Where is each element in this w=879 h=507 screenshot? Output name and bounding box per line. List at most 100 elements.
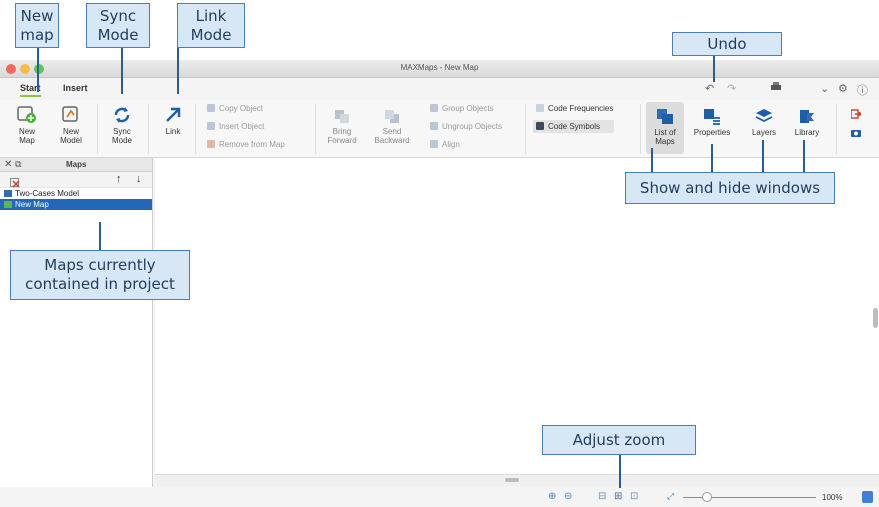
callout-leader-line	[99, 222, 101, 250]
callout-undo: Undo	[672, 32, 782, 56]
layers-label: Layers	[751, 128, 776, 137]
properties-label: Properties	[693, 128, 731, 137]
code-symbols-icon	[536, 122, 544, 130]
help-icon[interactable]: ⓘ	[857, 82, 868, 98]
callout-leader-line	[711, 144, 713, 172]
list-of-maps-icon	[657, 109, 673, 124]
undo-icon[interactable]: ↶	[705, 82, 714, 95]
status-bar: ⊕ ⊖ ⊟ ⊞ ⊡ ⤢ 100%	[0, 487, 879, 507]
zoom-level: 100%	[822, 493, 843, 502]
properties-button[interactable]: Properties	[689, 108, 735, 137]
map-canvas[interactable]	[155, 158, 879, 480]
maps-panel-header: ✕ ⧉ Maps	[0, 158, 152, 172]
redo-icon[interactable]: ↷	[727, 82, 736, 95]
callout-sync-mode-text: Sync Mode	[97, 6, 139, 44]
callout-sync-mode: Sync Mode	[86, 3, 150, 48]
callout-leader-line	[121, 48, 123, 94]
horizontal-scroll-area[interactable]	[155, 474, 879, 486]
camera-icon[interactable]	[851, 124, 861, 142]
bring-forward-icon	[335, 110, 349, 123]
callout-undo-text: Undo	[707, 34, 747, 53]
group-objects-button[interactable]: Group Objects	[430, 104, 494, 113]
ribbon-separator	[836, 104, 837, 154]
link-label: Link	[165, 127, 181, 136]
new-map-icon	[17, 106, 36, 123]
map-icon	[4, 190, 12, 197]
send-backward-label-1: Send	[382, 127, 402, 136]
maps-panel: ✕ ⧉ Maps ↑ ↓ Two-Cases Model New Map	[0, 158, 153, 487]
map-icon	[4, 201, 12, 208]
copy-object-button[interactable]: Copy Object	[207, 104, 263, 113]
list-item[interactable]: Two-Cases Model	[0, 188, 152, 199]
ribbon-separator	[148, 104, 149, 154]
insert-object-button[interactable]: Insert Object	[207, 122, 264, 131]
chevron-down-icon[interactable]: ⌄	[820, 82, 829, 95]
fit-page-icon[interactable]: ⊞	[614, 491, 622, 502]
bring-forward-label-2: Forward	[327, 136, 357, 145]
new-model-button[interactable]: New Model	[56, 106, 86, 145]
callout-link-mode: Link Mode	[177, 3, 245, 48]
bring-forward-button[interactable]: Bring Forward	[323, 108, 361, 145]
maps-panel-title: Maps	[66, 160, 87, 169]
printer-icon[interactable]	[770, 82, 782, 95]
code-symbols-button[interactable]: Code Symbols	[533, 120, 615, 133]
ribbon-tabs: Start Insert ↶ ↷ ⌄ ⚙ ⓘ	[0, 78, 879, 100]
detach-icon[interactable]: ⧉	[15, 159, 21, 170]
properties-icon	[704, 109, 720, 125]
fit-width-icon[interactable]: ⊟	[598, 491, 606, 502]
link-button[interactable]: Link	[160, 106, 186, 136]
close-icon[interactable]: ✕	[4, 159, 12, 170]
map-item-label: New Map	[15, 200, 49, 209]
sync-mode-button[interactable]: Sync Mode	[108, 106, 136, 145]
ribbon-separator	[195, 104, 196, 154]
ribbon-separator	[315, 104, 316, 154]
sort-down-icon[interactable]: ↓	[136, 173, 142, 185]
ungroup-icon	[430, 122, 438, 130]
group-objects-label: Group Objects	[442, 104, 494, 113]
new-map-label-1: New	[18, 127, 35, 136]
align-button[interactable]: Align	[430, 140, 460, 149]
callout-leader-line	[37, 48, 39, 92]
ribbon-separator	[97, 104, 98, 154]
fit-selection-icon[interactable]: ⊡	[630, 491, 638, 502]
callout-adjust-zoom: Adjust zoom	[542, 425, 696, 455]
new-model-icon	[62, 106, 78, 122]
export-icon[interactable]	[850, 106, 862, 124]
code-frequencies-button[interactable]: Code Frequencies	[536, 104, 613, 113]
ungroup-objects-button[interactable]: Ungroup Objects	[430, 122, 502, 131]
list-item[interactable]: New Map	[0, 199, 152, 210]
library-icon	[800, 110, 814, 123]
new-model-label-1: New	[62, 127, 79, 136]
group-icon	[430, 104, 438, 112]
gear-icon[interactable]: ⚙	[838, 82, 848, 95]
callout-link-mode-text: Link Mode	[190, 6, 232, 44]
callout-leader-line	[803, 140, 805, 172]
bring-forward-label-1: Bring	[332, 127, 352, 136]
callout-leader-line	[619, 455, 621, 488]
zoom-stepper[interactable]	[862, 491, 873, 503]
callout-leader-line	[713, 56, 715, 82]
zoom-out-icon[interactable]: ⊖	[564, 491, 572, 502]
horizontal-scrollbar[interactable]	[505, 478, 519, 482]
send-backward-button[interactable]: Send Backward	[371, 108, 413, 145]
vertical-scrollbar[interactable]	[873, 308, 878, 328]
copy-icon	[207, 104, 215, 112]
list-of-maps-label-2: Maps	[655, 137, 675, 146]
remove-from-map-button[interactable]: Remove from Map	[207, 140, 285, 149]
layers-icon	[755, 109, 773, 123]
library-button[interactable]: Library	[787, 108, 827, 137]
layers-button[interactable]: Layers	[745, 108, 783, 137]
list-of-maps-button[interactable]: List of Maps	[646, 102, 684, 154]
zoom-slider-knob[interactable]	[702, 492, 712, 502]
sort-up-icon[interactable]: ↑	[116, 173, 122, 185]
zoom-in-icon[interactable]: ⊕	[548, 491, 556, 502]
sync-icon	[114, 107, 130, 123]
code-frequencies-label: Code Frequencies	[548, 104, 614, 113]
callout-show-hide-windows: Show and hide windows	[625, 172, 835, 204]
new-map-button[interactable]: New Map	[14, 106, 40, 145]
align-icon	[430, 140, 438, 148]
align-label: Align	[442, 140, 460, 149]
tab-insert[interactable]: Insert	[63, 83, 88, 93]
callout-maps-contained-text: Maps currently contained in project	[25, 256, 175, 293]
callout-leader-line	[177, 48, 179, 94]
